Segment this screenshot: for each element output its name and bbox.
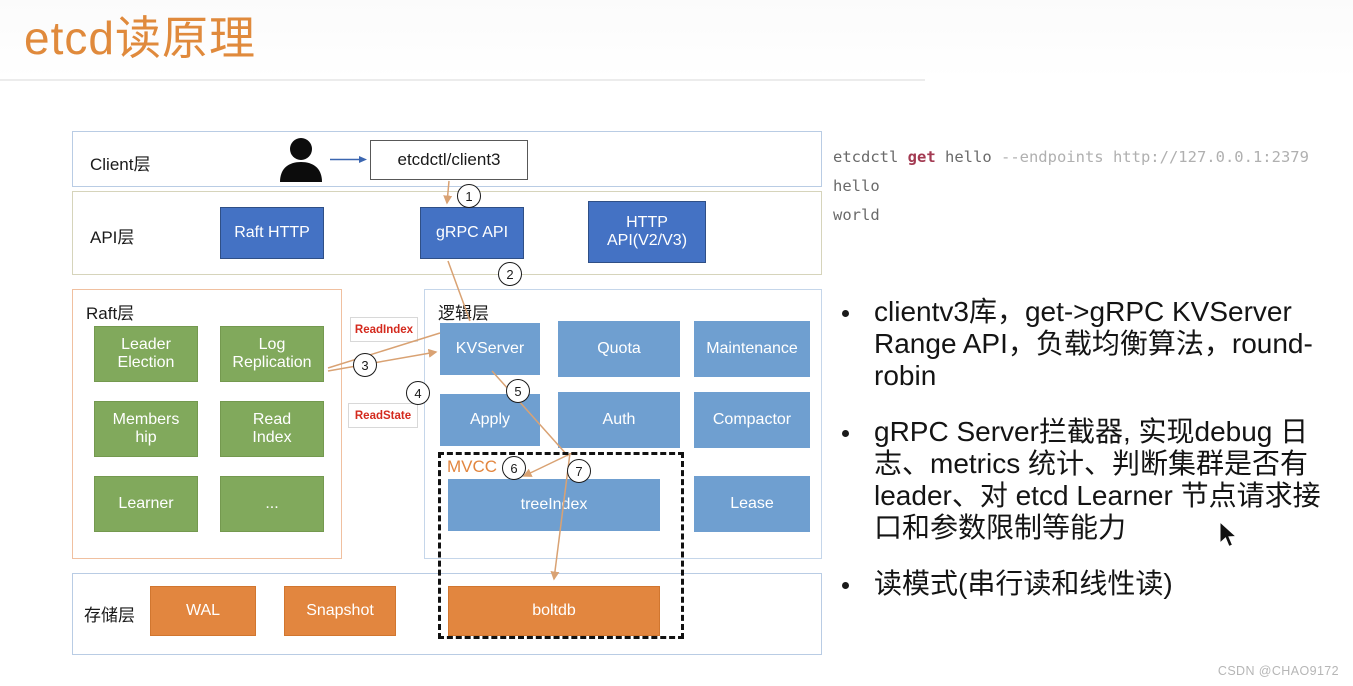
- list-item: 读模式(串行读和线性读): [836, 568, 1344, 600]
- mvcc-label: MVCC: [447, 457, 498, 476]
- flow-arrows: [327, 180, 573, 581]
- page-title: etcd读原理: [24, 12, 256, 64]
- bullet-dot-icon: [842, 430, 849, 437]
- list-item: gRPC Server拦截器, 实现debug 日志、metrics 统计、判断…: [836, 416, 1344, 544]
- header-divider: [0, 79, 925, 81]
- bullet-text: clientv3库，get->gRPC KVServer Range API，负…: [874, 296, 1313, 391]
- code-output-line1: hello: [833, 177, 880, 195]
- step-marker-1: 1: [457, 184, 481, 208]
- mouse-cursor-icon: [1219, 521, 1238, 548]
- code-cmd: etcdctl: [833, 148, 908, 166]
- step-marker-6: 6: [502, 456, 526, 480]
- step-marker-7: 7: [567, 459, 591, 483]
- code-flag: --endpoints http://127.0.0.1:2379: [1000, 148, 1309, 166]
- list-item: clientv3库，get->gRPC KVServer Range API，负…: [836, 296, 1344, 392]
- architecture-diagram: Client层 etcdctl/client3 API层 Raft HTTP g…: [72, 131, 822, 655]
- terminal-output: etcdctl get hello --endpoints http://127…: [833, 143, 1343, 230]
- bullet-text: 读模式(串行读和线性读): [874, 568, 1173, 599]
- bullet-dot-icon: [842, 582, 849, 589]
- bullet-dot-icon: [842, 310, 849, 317]
- watermark: CSDN @CHAO9172: [1217, 664, 1339, 678]
- step-marker-4: 4: [406, 381, 430, 405]
- step-marker-3: 3: [353, 353, 377, 377]
- code-output-line2: world: [833, 206, 880, 224]
- node-boltdb[interactable]: boltdb: [448, 586, 660, 636]
- step-marker-2: 2: [498, 262, 522, 286]
- page-header: etcd读原理: [0, 0, 1353, 81]
- code-arg: hello: [935, 148, 1001, 166]
- step-marker-5: 5: [506, 379, 530, 403]
- bullet-text: gRPC Server拦截器, 实现debug 日志、metrics 统计、判断…: [874, 416, 1321, 543]
- bullet-list: clientv3库，get->gRPC KVServer Range API，负…: [836, 296, 1344, 624]
- code-keyword-get: get: [907, 148, 936, 166]
